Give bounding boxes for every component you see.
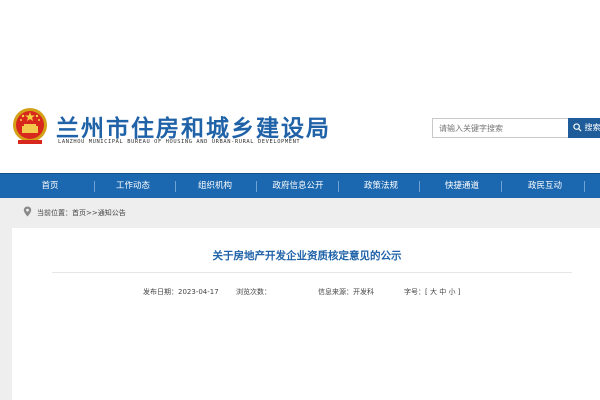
nav-separator (256, 181, 257, 192)
national-emblem-icon (13, 108, 47, 144)
info-source-label: 信息来源： (318, 288, 353, 296)
view-count-label: 浏览次数： (236, 288, 271, 296)
font-size-control: 字号：[ 大 中 小 ] (404, 287, 460, 297)
nav-separator (94, 181, 95, 192)
nav-separator (338, 181, 339, 192)
search-button[interactable]: 搜索 (568, 118, 600, 138)
site-header: 兰州市住房和城乡建设局 LANZHOU MUNICIPAL BUREAU OF … (0, 0, 600, 172)
search-button-label: 搜索 (584, 123, 600, 132)
info-source-value: 开发科 (353, 288, 374, 296)
breadcrumb-prefix: 当前位置： (37, 209, 72, 217)
publish-date-label: 发布日期： (143, 288, 178, 296)
font-bracket-close: ] (457, 288, 461, 296)
breadcrumb-separator: >> (86, 209, 98, 217)
nav-item-home[interactable]: 首页 (18, 174, 82, 198)
title-divider (52, 272, 572, 273)
nav-separator (584, 181, 585, 192)
main-nav: 首页 工作动态 组织机构 政府信息公开 政策法规 快捷通道 政民互动 (0, 173, 600, 198)
nav-item-gov-info[interactable]: 政府信息公开 (266, 174, 330, 198)
nav-item-interaction[interactable]: 政民互动 (513, 174, 577, 198)
publish-date: 发布日期：2023-04-17 (143, 287, 219, 297)
site-title: 兰州市住房和城乡建设局 (56, 116, 331, 142)
nav-item-organization[interactable]: 组织机构 (183, 174, 247, 198)
info-source: 信息来源：开发科 (318, 287, 374, 297)
nav-item-quick-access[interactable]: 快捷通道 (430, 174, 494, 198)
view-count: 浏览次数： (236, 287, 271, 297)
font-size-large[interactable]: 大 (430, 288, 437, 296)
breadcrumb: 当前位置：首页>>通知公告 (37, 208, 126, 218)
nav-separator (175, 181, 176, 192)
font-size-medium[interactable]: 中 (439, 288, 446, 296)
article-title: 关于房地产开发企业资质核定意见的公示 (212, 250, 402, 262)
nav-separator (419, 181, 420, 192)
font-size-small[interactable]: 小 (448, 288, 455, 296)
breadcrumb-current[interactable]: 通知公告 (98, 209, 126, 217)
nav-item-policies[interactable]: 政策法规 (349, 174, 413, 198)
breadcrumb-home-link[interactable]: 首页 (72, 209, 86, 217)
search-input[interactable] (432, 118, 568, 138)
nav-item-work-news[interactable]: 工作动态 (101, 174, 165, 198)
font-size-label: 字号： (404, 288, 425, 296)
publish-date-value: 2023-04-17 (178, 288, 219, 296)
site-subtitle: LANZHOU MUNICIPAL BUREAU OF HOUSING AND … (58, 139, 301, 145)
font-bracket-open: [ (425, 288, 428, 296)
search-icon (573, 123, 582, 132)
location-pin-icon (23, 206, 32, 217)
nav-separator (501, 181, 502, 192)
